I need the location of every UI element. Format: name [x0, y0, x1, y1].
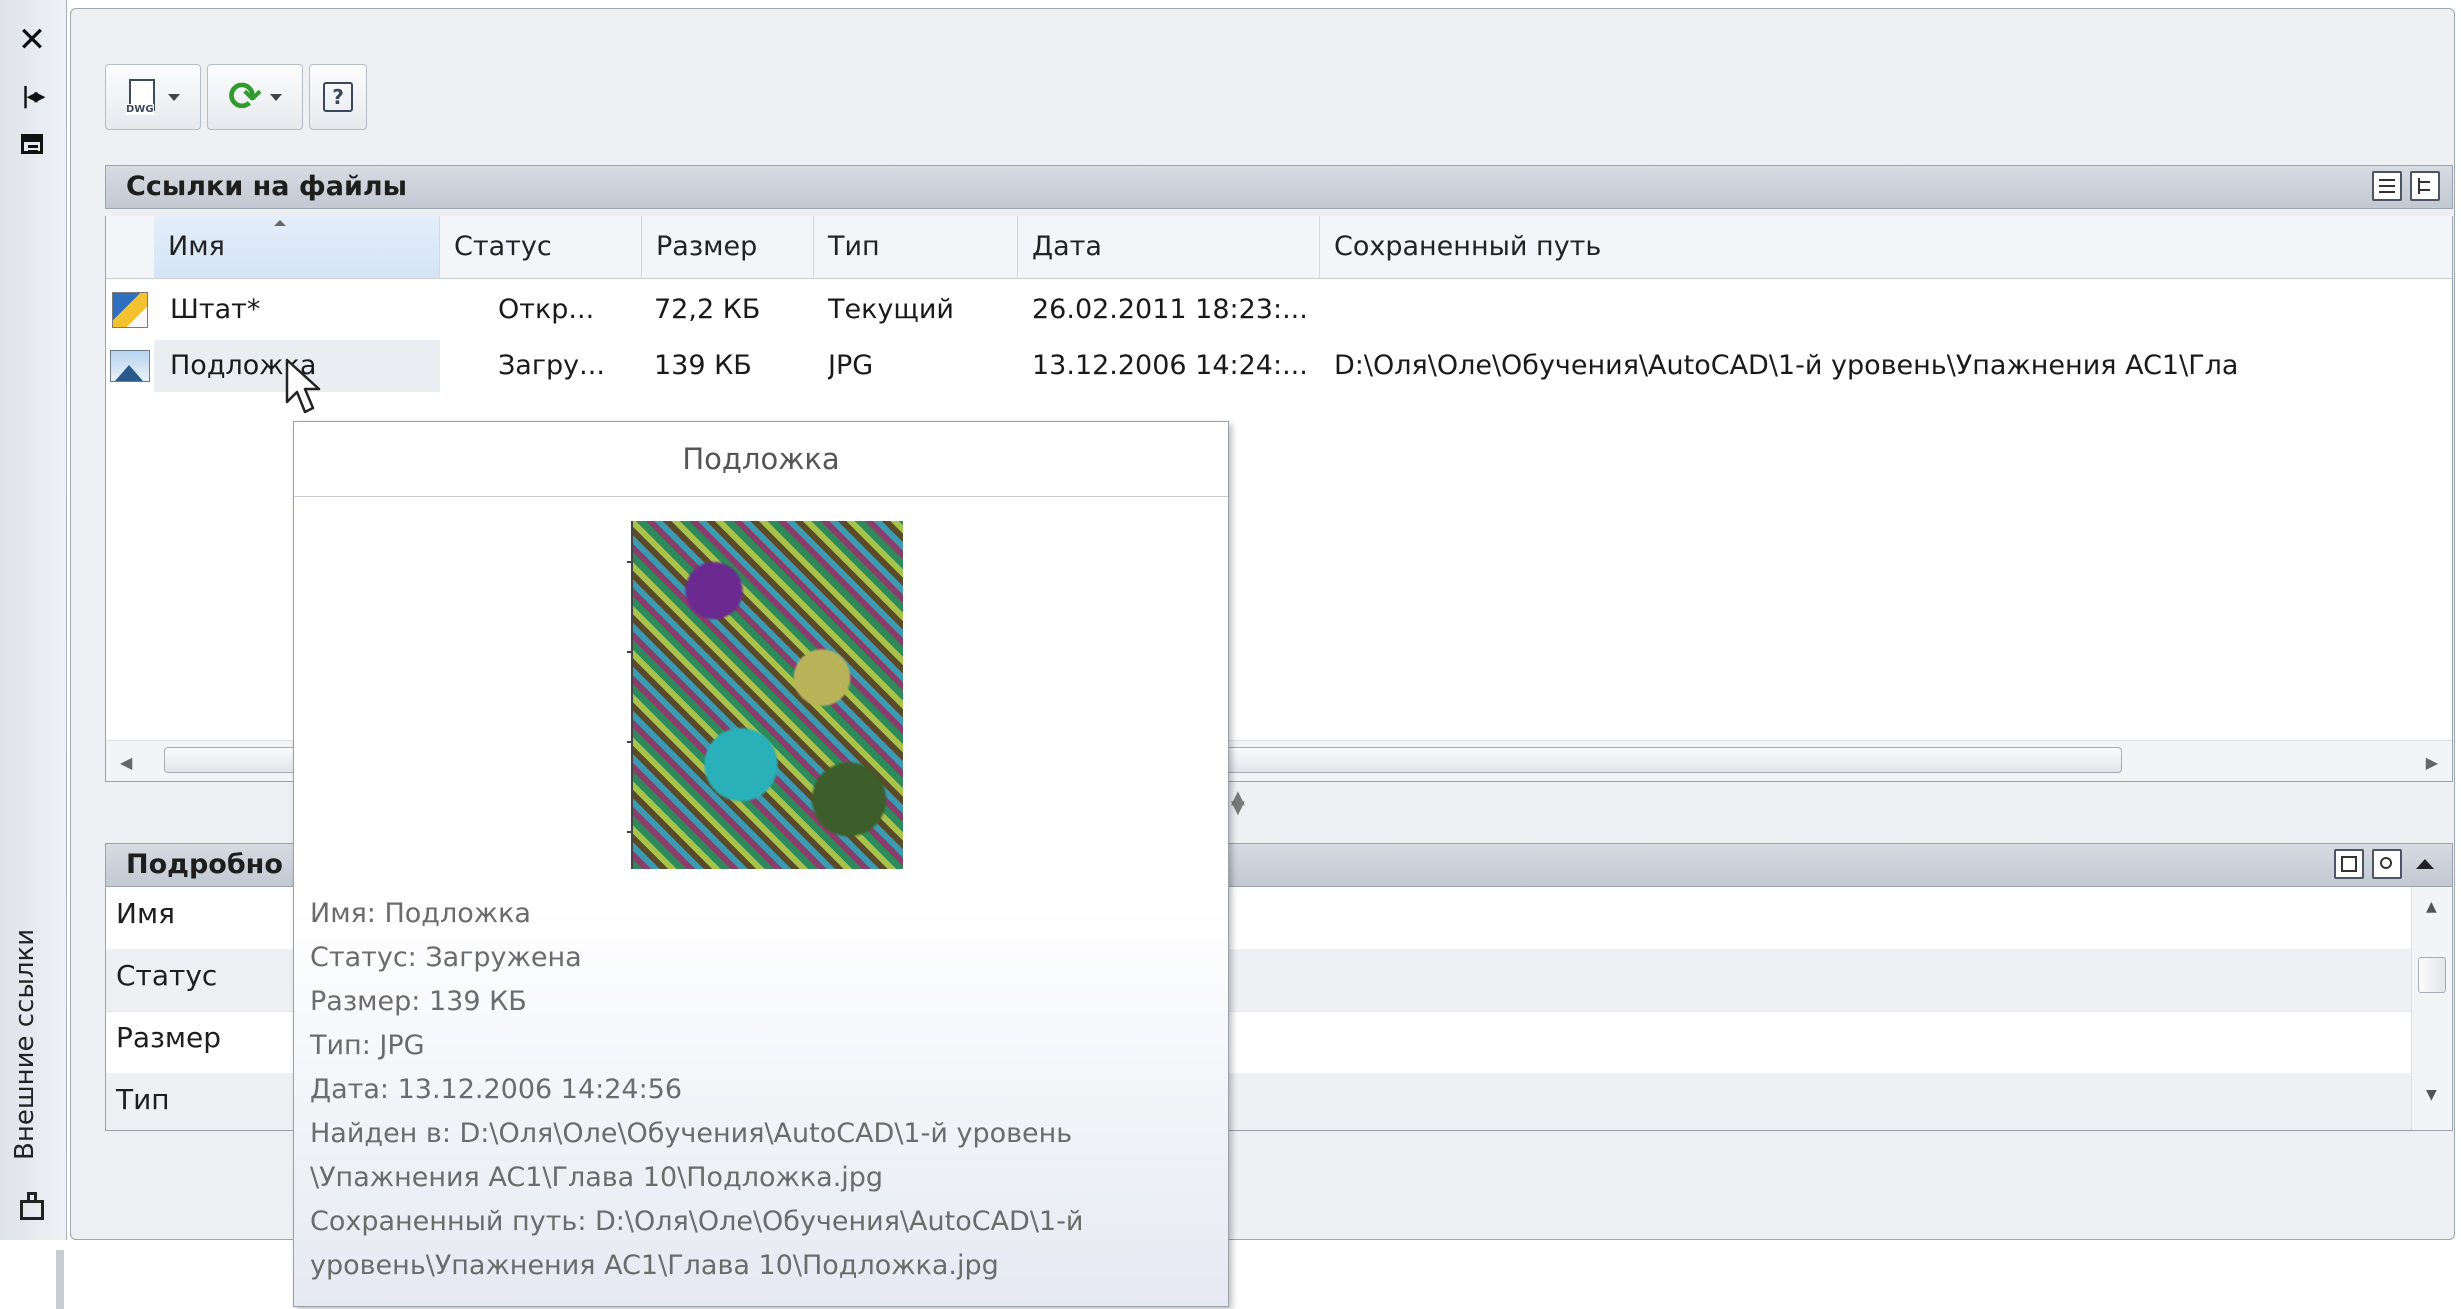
row-status: Откр... [498, 294, 595, 325]
scroll-down-icon[interactable]: ▼ [2426, 1087, 2437, 1103]
help-icon: ? [323, 82, 353, 112]
property-label: Размер [116, 1021, 222, 1054]
column-header-type[interactable]: Тип [814, 216, 1018, 278]
attach-dwg-button[interactable]: DWG [105, 64, 201, 130]
column-header-status[interactable]: Статус [440, 216, 642, 278]
row-date: 13.12.2006 14:24:... [1032, 350, 1308, 381]
column-header-date[interactable]: Дата [1018, 216, 1320, 278]
preview-raster [633, 521, 903, 869]
palette-title: Внешние ссылки [10, 928, 40, 1160]
tooltip-line: Имя: Подложка [310, 898, 531, 929]
scroll-right-icon[interactable]: ▶ [2426, 753, 2438, 772]
drawing-edge [56, 1250, 64, 1309]
tooltip-line: Тип: JPG [310, 1030, 425, 1061]
row-date: 26.02.2011 18:23:... [1032, 294, 1308, 325]
chevron-down-icon[interactable] [168, 93, 180, 101]
image-file-icon [110, 350, 150, 382]
xref-palette-icon [18, 1190, 48, 1222]
file-tooltip: Подложка Имя: Подложка Статус: Загружена… [293, 421, 1229, 1307]
tooltip-line: Статус: Загружена [310, 942, 582, 973]
property-label: Тип [116, 1083, 170, 1116]
tooltip-line: Дата: 13.12.2006 14:24:56 [310, 1074, 683, 1105]
row-type: Текущий [828, 294, 954, 325]
property-label: Имя [116, 897, 175, 930]
preview-view-icon[interactable] [2372, 849, 2402, 879]
toolbar: DWG ⟳ ? [105, 64, 605, 134]
autohide-icon[interactable]: |◂▸ [14, 78, 50, 114]
tooltip-line: \Упажнения AC1\Глава 10\Подложка.jpg [310, 1162, 884, 1193]
row-name: Штат* [170, 294, 261, 325]
tooltip-line: Размер: 139 КБ [310, 986, 527, 1017]
column-header-row: Имя Статус Размер Тип Дата Сохраненный п… [106, 216, 2452, 279]
details-view-icon[interactable] [2334, 849, 2364, 879]
column-header-name[interactable]: Имя [154, 216, 440, 278]
collapse-icon[interactable] [2416, 859, 2434, 869]
sort-ascending-icon [274, 220, 286, 226]
row-type: JPG [828, 350, 874, 381]
row-status: Загру... [498, 350, 605, 381]
refresh-button[interactable]: ⟳ [207, 64, 303, 130]
vertical-scrollbar[interactable]: ▲ ▼ [2411, 887, 2452, 1130]
table-row[interactable]: Штат* Откр... 72,2 КБ Текущий 26.02.2011… [106, 284, 2452, 336]
row-size: 72,2 КБ [654, 294, 761, 325]
column-header-icon [106, 216, 154, 278]
file-references-title: Ссылки на файлы [126, 171, 408, 202]
help-button[interactable]: ? [309, 64, 367, 130]
mouse-cursor-icon [285, 358, 321, 414]
tooltip-line: Сохраненный путь: D:\Оля\Оле\Обучения\Au… [310, 1206, 1084, 1237]
attach-dwg-icon: DWG [126, 79, 160, 115]
tooltip-line: Найден в: D:\Оля\Оле\Обучения\AutoCAD\1-… [310, 1118, 1073, 1149]
tooltip-line: уровень\Упажнения AC1\Глава 10\Подложка.… [310, 1250, 999, 1281]
chevron-down-icon[interactable] [269, 93, 282, 101]
tooltip-title: Подложка [294, 422, 1228, 497]
tooltip-details: Имя: Подложка Статус: Загружена Размер: … [310, 892, 1210, 1288]
details-title: Подробно [126, 849, 283, 880]
scroll-up-icon[interactable]: ▲ [2426, 899, 2437, 915]
properties-icon[interactable] [14, 126, 50, 162]
tree-view-icon[interactable] [2410, 171, 2440, 201]
scrollbar-thumb[interactable] [2418, 957, 2446, 993]
row-saved-path: D:\Оля\Оле\Обучения\AutoCAD\1-й уровень\… [1334, 350, 2239, 381]
refresh-icon: ⟳ [228, 74, 262, 120]
dwg-file-icon [112, 292, 148, 328]
column-header-size[interactable]: Размер [642, 216, 814, 278]
splitter-handle[interactable]: ▲ ▼ [1231, 789, 1245, 817]
image-preview [607, 521, 903, 881]
file-references-header: Ссылки на файлы [105, 165, 2453, 209]
row-size: 139 КБ [654, 350, 752, 381]
table-row[interactable]: Подложка Загру... 139 КБ JPG 13.12.2006 … [106, 340, 2452, 392]
property-label: Статус [116, 959, 218, 992]
column-header-saved-path[interactable]: Сохраненный путь [1320, 216, 2454, 278]
scroll-left-icon[interactable]: ◀ [120, 753, 132, 772]
palette-titlebar: ✕ |◂▸ Внешние ссылки [0, 0, 67, 1240]
list-view-icon[interactable] [2372, 171, 2402, 201]
close-icon[interactable]: ✕ [14, 20, 50, 60]
